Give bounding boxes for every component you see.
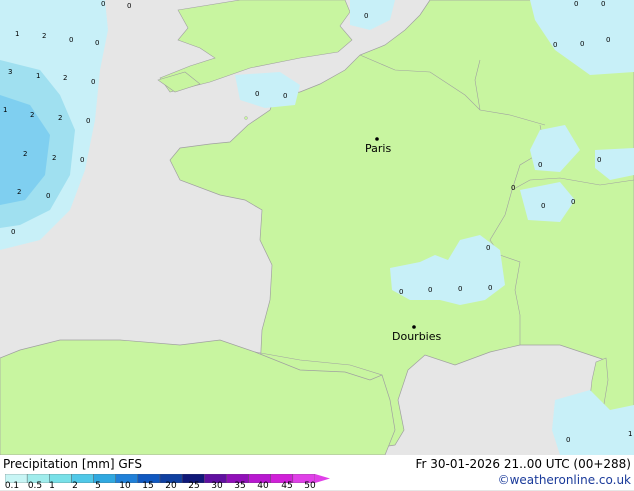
precip-value: 0: [566, 436, 570, 444]
precip-value: 2: [58, 114, 62, 122]
precip-value: 0: [571, 198, 575, 206]
precip-value: 2: [42, 32, 46, 40]
precip-value: 0: [511, 184, 515, 192]
source-credit[interactable]: ©weatheronline.co.uk: [498, 473, 631, 487]
precip-value: 0: [11, 228, 15, 236]
precip-value: 0: [69, 36, 73, 44]
precipitation-map: Paris Dourbies 1 2 0 0 0 0 3 1 2 0 1 2 2…: [0, 0, 634, 455]
precip-value: 0: [127, 2, 131, 10]
precip-value: 0: [364, 12, 368, 20]
precip-value: 0: [95, 39, 99, 47]
precip-value: 0: [541, 202, 545, 210]
precip-value: 0: [80, 156, 84, 164]
precip-value: 0: [255, 90, 259, 98]
precip-value: 0: [399, 288, 403, 296]
precip-value: 1: [36, 72, 40, 80]
map-title: Precipitation [mm] GFS: [3, 457, 142, 471]
precip-value: 0: [428, 286, 432, 294]
precip-value: 0: [458, 285, 462, 293]
precip-value: 2: [30, 111, 34, 119]
precip-value: 0: [46, 192, 50, 200]
city-label-dourbies: Dourbies: [392, 330, 442, 343]
precip-value: 0: [574, 0, 578, 8]
precip-value: 0: [580, 40, 584, 48]
precip-value: 0: [606, 36, 610, 44]
precip-value: 0: [553, 41, 557, 49]
precip-value: 0: [488, 284, 492, 292]
precip-value: 0: [486, 244, 490, 252]
precip-value: 2: [63, 74, 67, 82]
precip-value: 0: [538, 161, 542, 169]
city-label-paris: Paris: [365, 142, 391, 155]
precip-value: 2: [23, 150, 27, 158]
precip-value: 3: [8, 68, 12, 76]
precip-value: 0: [601, 0, 605, 8]
precip-value: 0: [283, 92, 287, 100]
precip-value: 0: [597, 156, 601, 164]
precip-value: 2: [17, 188, 21, 196]
map-footer: Precipitation [mm] GFS Fr 30-01-2026 21.…: [0, 455, 634, 491]
precip-value: 1: [15, 30, 19, 38]
precip-value: 1: [628, 430, 632, 438]
precip-value: 1: [3, 106, 7, 114]
precip-value: 2: [52, 154, 56, 162]
precip-value: 0: [91, 78, 95, 86]
precip-value: 0: [101, 0, 105, 8]
precip-value: 0: [86, 117, 90, 125]
forecast-datetime: Fr 30-01-2026 21..00 UTC (00+288): [415, 457, 631, 471]
